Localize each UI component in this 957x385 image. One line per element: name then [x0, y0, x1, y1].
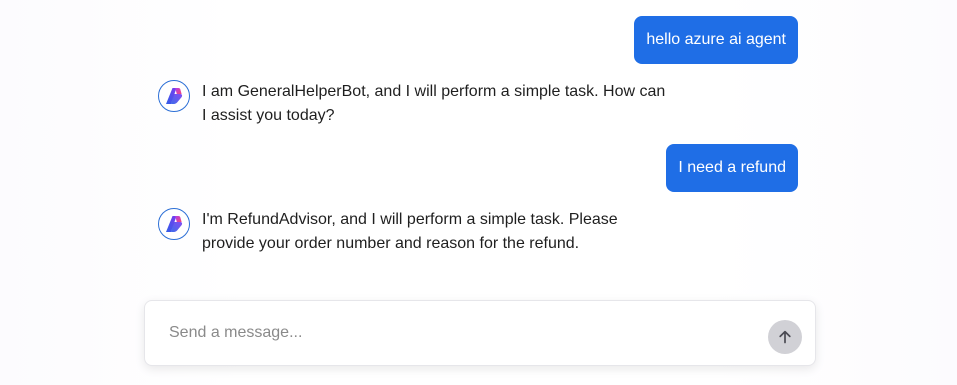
- assistant-message: I am GeneralHelperBot, and I will perfor…: [158, 80, 672, 128]
- send-button[interactable]: [768, 320, 802, 354]
- assistant-avatar: [158, 208, 190, 240]
- user-message-bubble: I need a refund: [666, 144, 798, 192]
- azure-ai-agent-logo-icon: [166, 216, 183, 232]
- message-input[interactable]: [169, 321, 749, 345]
- message-composer: [144, 300, 816, 366]
- assistant-message: I'm RefundAdvisor, and I will perform a …: [158, 208, 672, 256]
- assistant-message-text: I am GeneralHelperBot, and I will perfor…: [202, 83, 666, 124]
- assistant-avatar: [158, 80, 190, 112]
- user-message-bubble: hello azure ai agent: [634, 16, 798, 64]
- user-message-text: hello azure ai agent: [646, 31, 786, 48]
- arrow-up-icon: [779, 330, 791, 344]
- chat-thread: hello azure ai agent I am GeneralHelperB…: [0, 0, 957, 290]
- azure-ai-agent-logo-icon: [166, 88, 183, 104]
- assistant-message-text: I'm RefundAdvisor, and I will perform a …: [202, 211, 618, 252]
- user-message-text: I need a refund: [678, 159, 786, 176]
